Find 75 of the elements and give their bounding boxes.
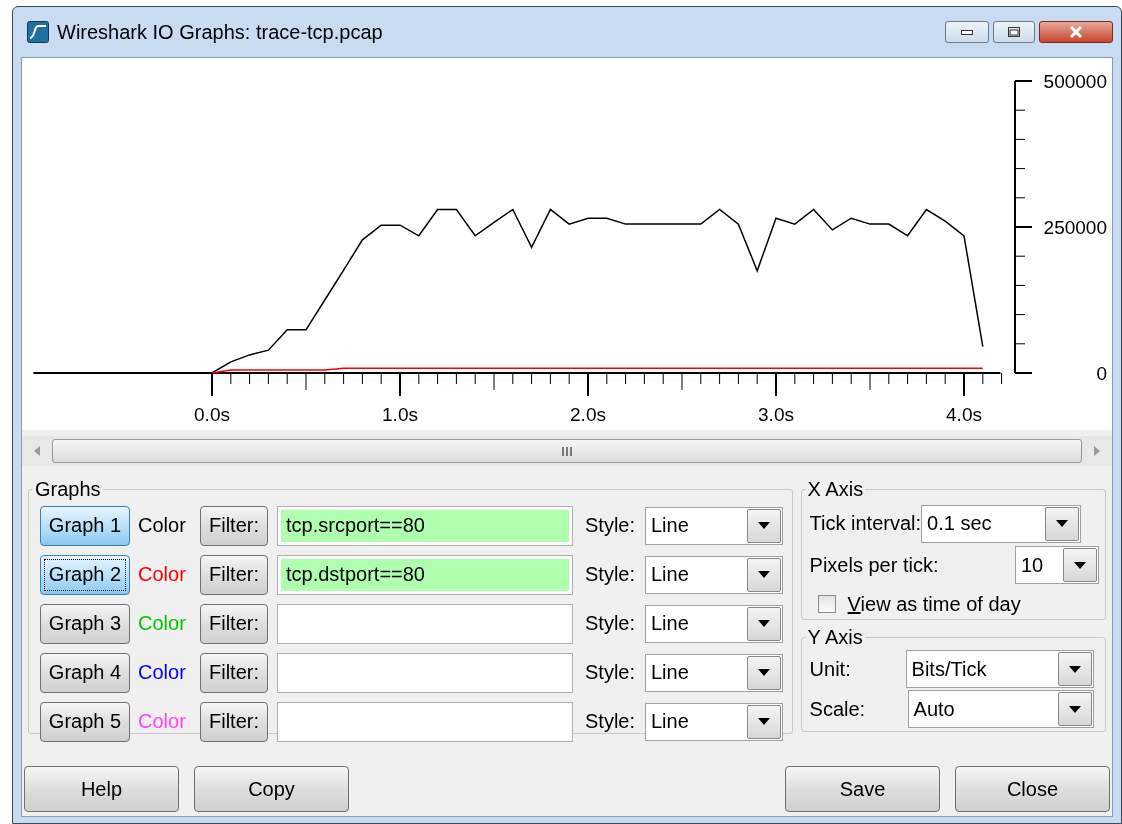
- filter-button[interactable]: Filter:: [200, 701, 268, 742]
- filter-button[interactable]: Filter:: [200, 505, 268, 546]
- color-label[interactable]: Color: [138, 661, 200, 684]
- left-arrow-icon[interactable]: [34, 446, 40, 456]
- caret-icon: [1068, 705, 1081, 713]
- maximize-button[interactable]: [993, 21, 1035, 43]
- dialog-button[interactable]: Close: [955, 766, 1110, 812]
- right-arrow-icon[interactable]: [1094, 446, 1100, 456]
- scale-label: Scale:: [809, 697, 867, 721]
- close-button[interactable]: [1039, 21, 1113, 43]
- filter-button[interactable]: Filter:: [200, 603, 268, 644]
- caret-icon: [1056, 520, 1069, 527]
- checkbox[interactable]: [817, 595, 836, 613]
- dialog-button[interactable]: Save: [785, 766, 940, 812]
- scrollbar-thumb[interactable]: [52, 439, 1082, 463]
- minimize-button[interactable]: [945, 21, 989, 43]
- dropdown[interactable]: 0.1 sec: [921, 504, 1082, 543]
- dropdown[interactable]: Line: [645, 653, 783, 692]
- style-label: Style:: [585, 612, 637, 635]
- filter-field[interactable]: [277, 701, 573, 742]
- group-title: Graphs: [34, 478, 102, 501]
- y-tick-label: 250000: [1043, 217, 1107, 238]
- color-label[interactable]: Color: [138, 514, 200, 537]
- x-tick-label: 0.0s: [194, 404, 230, 425]
- filter-field[interactable]: [277, 652, 573, 693]
- x-tick-label: 2.0s: [570, 404, 606, 425]
- unit-label: Unit:: [809, 657, 852, 681]
- style-label: Style:: [585, 710, 637, 733]
- caret-icon: [758, 718, 770, 725]
- group-title: X Axis: [806, 478, 865, 501]
- caret-icon: [1068, 665, 1081, 673]
- app-icon: [27, 21, 49, 43]
- window-title: Wireshark IO Graphs: trace-tcp.pcap: [57, 20, 383, 44]
- y-tick-label: 0: [1096, 363, 1107, 384]
- minimize-icon: [961, 29, 973, 35]
- pixels-per-tick-label: Pixels per tick:: [809, 553, 939, 577]
- dropdown[interactable]: Line: [645, 702, 783, 741]
- filter-button[interactable]: Filter:: [200, 652, 268, 693]
- graph-button[interactable]: Graph 1: [40, 505, 130, 546]
- style-label: Style:: [585, 514, 637, 537]
- dialog-button[interactable]: Help: [24, 766, 179, 812]
- caret-icon: [758, 522, 770, 529]
- filter-button[interactable]: Filter:: [200, 554, 268, 595]
- graph-button[interactable]: Graph 3: [40, 603, 130, 644]
- filter-field[interactable]: [277, 603, 573, 644]
- dropdown[interactable]: Line: [645, 506, 783, 545]
- dropdown[interactable]: Line: [645, 555, 783, 594]
- x-tick-label: 4.0s: [946, 404, 982, 425]
- y-tick-label: 500000: [1043, 71, 1107, 92]
- graph-button[interactable]: Graph 2: [40, 554, 130, 595]
- style-label: Style:: [585, 563, 637, 586]
- x-tick-label: 1.0s: [382, 404, 418, 425]
- caret-icon: [1074, 561, 1086, 569]
- caret-icon: [758, 669, 770, 676]
- graph-button[interactable]: Graph 5: [40, 701, 130, 742]
- dialog-button[interactable]: Copy: [194, 766, 349, 812]
- horizontal-scrollbar[interactable]: [22, 436, 1112, 466]
- tick-interval-label: Tick interval:: [809, 512, 922, 535]
- dropdown[interactable]: Auto: [907, 690, 1094, 728]
- close-icon: [1069, 26, 1083, 38]
- color-label[interactable]: Color: [138, 563, 200, 586]
- dropdown[interactable]: Line: [645, 604, 783, 643]
- x-tick-label: 3.0s: [758, 404, 794, 425]
- dropdown[interactable]: Bits/Tick: [905, 650, 1094, 688]
- maximize-icon: [1008, 27, 1020, 37]
- grip-icon: [561, 446, 573, 456]
- group-title: Y Axis: [806, 626, 864, 649]
- graph-button[interactable]: Graph 4: [40, 652, 130, 693]
- filter-field[interactable]: tcp.srcport==80: [277, 505, 573, 546]
- style-label: Style:: [585, 661, 637, 684]
- caret-icon: [758, 620, 770, 627]
- checkbox-label[interactable]: View as time of day: [847, 592, 1021, 616]
- caret-icon: [758, 571, 770, 578]
- filter-field[interactable]: tcp.dstport==80: [277, 554, 573, 595]
- dropdown[interactable]: 10: [1015, 546, 1099, 584]
